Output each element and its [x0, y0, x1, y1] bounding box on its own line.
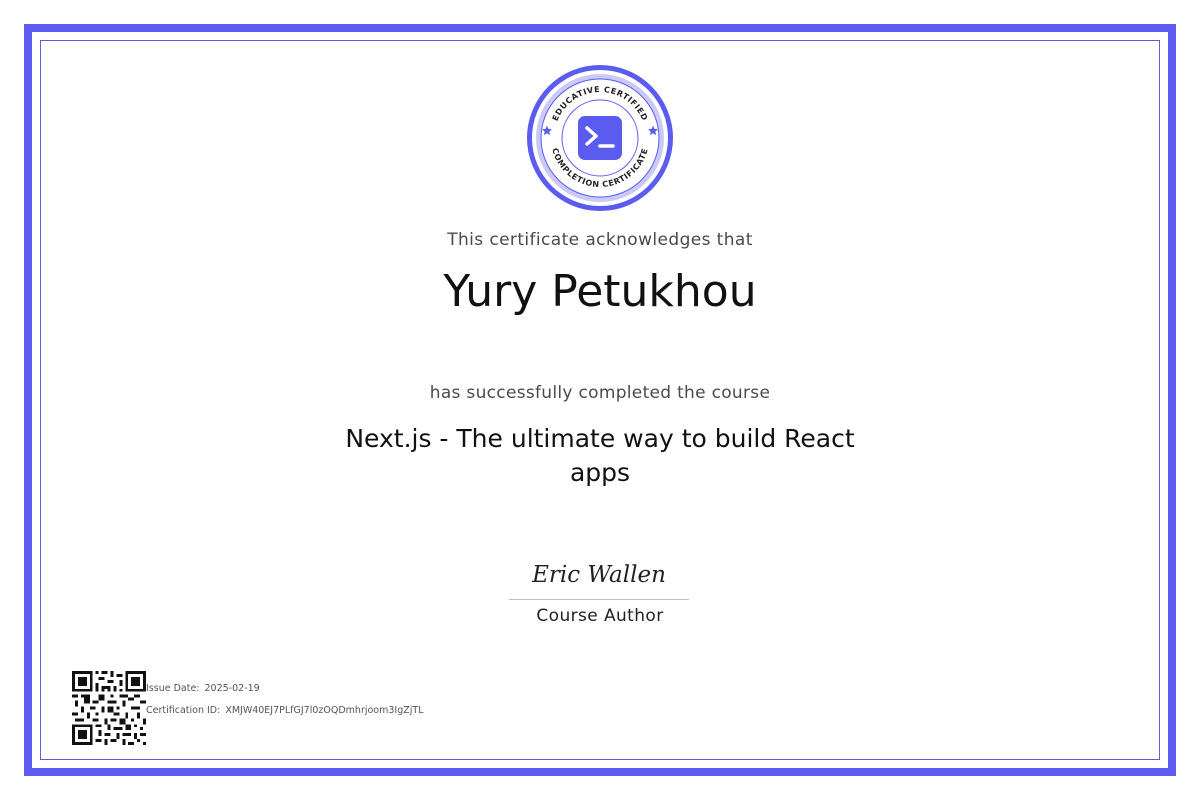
signature-line — [509, 599, 689, 600]
issue-date-line: Issue Date: 2025-02-19 — [146, 683, 260, 694]
completed-text: has successfully completed the course — [429, 383, 771, 403]
signature-role: Course Author — [536, 606, 664, 626]
terminal-prompt-icon — [578, 116, 622, 160]
certified-badge-icon: EDUCATIVE CERTIFIED COMPLETION CERTIFICA… — [527, 65, 673, 211]
intro-text: This certificate acknowledges that — [447, 230, 753, 250]
certification-id-line: Certification ID: XMJW40EJ7PLfGJ7l0zOQDmh… — [146, 705, 423, 716]
certificate-page: EDUCATIVE CERTIFIED COMPLETION CERTIFICA… — [0, 0, 1200, 800]
issue-date-label: Issue Date: — [146, 683, 200, 694]
qr-code-icon — [72, 671, 146, 745]
certification-id-label: Certification ID: — [146, 705, 221, 716]
recipient-name: Yury Petukhou — [443, 266, 757, 317]
author-signature: Eric Wallen — [532, 562, 666, 588]
course-title: Next.js - The ultimate way to build Reac… — [345, 424, 855, 487]
certification-id-value: XMJW40EJ7PLfGJ7l0zOQDmhrjoom3IgZjTL — [225, 705, 424, 716]
issue-date-value: 2025-02-19 — [204, 683, 260, 694]
